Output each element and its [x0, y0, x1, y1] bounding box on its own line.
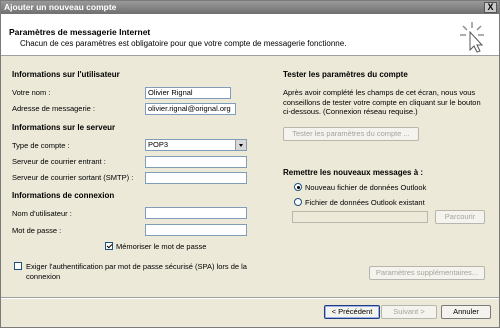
- email-field[interactable]: olivier.rignal@orignal.org: [145, 103, 236, 115]
- existing-data-file-radio[interactable]: [294, 198, 302, 206]
- account-type-select[interactable]: POP3: [145, 139, 247, 151]
- cancel-button[interactable]: Annuler: [441, 305, 491, 319]
- spa-checkbox[interactable]: [14, 262, 22, 270]
- server-info-heading: Informations sur le serveur: [12, 123, 116, 132]
- back-button[interactable]: < Précédent: [324, 305, 380, 319]
- cursor-click-icon: [460, 22, 484, 53]
- delivery-heading: Remettre les nouveaux messages à :: [283, 168, 424, 177]
- remember-password-label: Mémoriser le mot de passe: [116, 242, 207, 251]
- test-heading: Tester les paramètres du compte: [283, 70, 408, 79]
- username-field[interactable]: [145, 207, 247, 219]
- incoming-server-label: Serveur de courrier entrant :: [12, 157, 106, 166]
- chevron-down-icon[interactable]: [235, 140, 246, 150]
- test-description: Après avoir complété les champs de cet é…: [283, 88, 481, 116]
- account-type-value: POP3: [148, 140, 169, 149]
- existing-data-file-path[interactable]: [292, 211, 428, 223]
- new-data-file-label: Nouveau fichier de données Outlook: [305, 183, 427, 192]
- account-type-label: Type de compte :: [12, 141, 70, 150]
- title-bar: Ajouter un nouveau compte X: [1, 1, 499, 14]
- browse-button[interactable]: Parcourir: [435, 210, 485, 224]
- footer-divider: [1, 297, 499, 299]
- remember-password-checkbox[interactable]: [105, 242, 113, 250]
- outgoing-server-field[interactable]: [145, 172, 247, 184]
- new-data-file-radio[interactable]: [294, 183, 302, 191]
- test-account-button[interactable]: Tester les paramètres du compte ...: [283, 127, 419, 141]
- user-info-heading: Informations sur l'utilisateur: [12, 70, 120, 79]
- close-button[interactable]: X: [484, 2, 497, 13]
- more-settings-button[interactable]: Paramètres supplémentaires...: [369, 266, 485, 280]
- window-title: Ajouter un nouveau compte: [4, 2, 117, 12]
- name-label: Votre nom :: [12, 88, 51, 97]
- spa-label: Exiger l'authentification par mot de pas…: [26, 262, 247, 281]
- password-field[interactable]: [145, 224, 247, 236]
- name-field[interactable]: Olivier Rignal: [145, 87, 231, 99]
- login-info-heading: Informations de connexion: [12, 191, 115, 200]
- existing-data-file-label: Fichier de données Outlook existant: [305, 198, 425, 207]
- username-label: Nom d'utilisateur :: [12, 209, 72, 218]
- password-label: Mot de passe :: [12, 226, 62, 235]
- wizard-header: Paramètres de messagerie Internet Chacun…: [1, 14, 499, 56]
- outgoing-server-label: Serveur de courrier sortant (SMTP) :: [12, 173, 134, 182]
- page-subtitle: Chacun de ces paramètres est obligatoire…: [20, 39, 347, 48]
- email-label: Adresse de messagerie :: [12, 104, 95, 113]
- incoming-server-field[interactable]: [145, 156, 247, 168]
- next-button[interactable]: Suivant >: [381, 305, 437, 319]
- add-account-dialog: Ajouter un nouveau compte X Paramètres d…: [0, 0, 500, 328]
- page-title: Paramètres de messagerie Internet: [9, 27, 151, 37]
